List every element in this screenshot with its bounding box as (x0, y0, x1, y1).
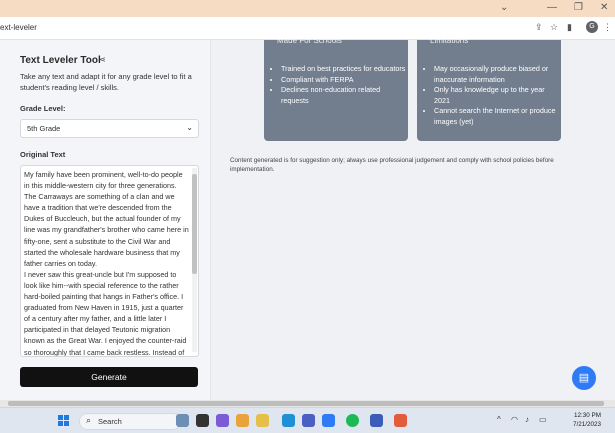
grade-level-label: Grade Level: (20, 104, 66, 113)
disclaimer-text: Content generated is for suggestion only… (230, 157, 554, 173)
file-explorer-icon[interactable] (256, 414, 269, 427)
window-title-bar: ⌄ — ❐ ✕ (0, 0, 615, 17)
chevron-up-icon[interactable]: ^ (497, 415, 501, 424)
taskbar-clock[interactable]: 12:30 PM 7/21/2023 (563, 411, 601, 429)
list-item: May occasionally produce biased or inacc… (434, 64, 561, 85)
card-heading: Made For Schools (277, 36, 342, 45)
grade-level-select[interactable]: 5th Grade ⌄ (20, 119, 199, 138)
card-list: Trained on best practices for educators … (272, 64, 408, 106)
original-text-input[interactable]: My family have been prominent, well-to-d… (20, 165, 199, 357)
original-text-content[interactable]: My family have been prominent, well-to-d… (24, 169, 189, 356)
chrome-icon[interactable] (236, 414, 249, 427)
share-icon[interactable]: ⇪ (535, 22, 543, 32)
menu-icon[interactable]: ⋮ (603, 22, 612, 32)
restore-icon[interactable]: ❐ (574, 2, 583, 14)
chat-icon[interactable]: ▤ (572, 366, 596, 390)
wifi-icon[interactable]: ◠ (511, 415, 518, 424)
textarea-scrollbar[interactable] (192, 168, 197, 352)
widgets-icon[interactable] (176, 414, 189, 427)
store-icon[interactable] (322, 414, 335, 427)
share-icon[interactable]: ⋖ (99, 55, 106, 64)
card-heading: Limitations (430, 36, 469, 45)
made-for-schools-card: Made For Schools Trained on best practic… (264, 36, 408, 141)
list-item: Cannot search the Internet or produce im… (434, 106, 561, 127)
spotify-icon[interactable] (346, 414, 359, 427)
edge-icon[interactable] (282, 414, 295, 427)
battery-icon[interactable]: ▭ (539, 415, 547, 424)
zoom-icon[interactable] (302, 414, 315, 427)
tool-panel: Text Leveler Tool ⋖ Take any text and ad… (0, 40, 211, 400)
list-item: Only has knowledge up to the year 2021 (434, 85, 561, 106)
windows-start-icon[interactable] (58, 415, 70, 427)
teams-icon[interactable] (216, 414, 229, 427)
list-item: Trained on best practices for educators (281, 64, 408, 75)
clock-date: 7/21/2023 (572, 421, 601, 428)
scroll-thumb[interactable] (8, 401, 604, 406)
chevron-down-icon[interactable]: ⌄ (500, 2, 508, 14)
chrome-active-icon[interactable] (394, 414, 407, 427)
textarea-scroll-thumb[interactable] (192, 174, 197, 274)
star-icon[interactable]: ☆ (550, 22, 558, 32)
grade-level-value: 5th Grade (27, 124, 61, 133)
horizontal-scrollbar[interactable] (0, 400, 615, 407)
minimize-icon[interactable]: — (547, 2, 557, 14)
volume-icon[interactable]: ♪ (525, 415, 529, 424)
side-panel-icon[interactable]: ▮ (567, 22, 572, 32)
taskbar-search[interactable]: ⌕ Search (79, 413, 181, 430)
profile-avatar[interactable]: G (586, 21, 598, 33)
taskbar: ⌕ Search ^ ◠ ♪ ▭ 12:30 PM 7/21/2023 (0, 407, 615, 433)
list-item: Declines non-education related requests (281, 85, 408, 106)
chevron-down-icon: ⌄ (186, 123, 193, 132)
tool-description: Take any text and adapt it for any grade… (20, 72, 192, 92)
results-panel: Made For Schools Trained on best practic… (211, 36, 615, 400)
task-view-icon[interactable] (196, 414, 209, 427)
app-icon[interactable] (370, 414, 383, 427)
search-icon: ⌕ (86, 415, 92, 425)
close-icon[interactable]: ✕ (600, 2, 608, 14)
url-text[interactable]: ext-leveler (0, 23, 37, 32)
tool-title: Text Leveler Tool (20, 55, 101, 66)
clock-time: 12:30 PM (574, 412, 601, 419)
limitations-card: Limitations May occasionally produce bia… (417, 36, 561, 141)
card-list: May occasionally produce biased or inacc… (425, 64, 561, 128)
list-item: Compliant with FERPA (281, 75, 408, 86)
search-placeholder: Search (98, 417, 122, 426)
original-text-label: Original Text (20, 150, 66, 159)
generate-button[interactable]: Generate (20, 367, 198, 387)
